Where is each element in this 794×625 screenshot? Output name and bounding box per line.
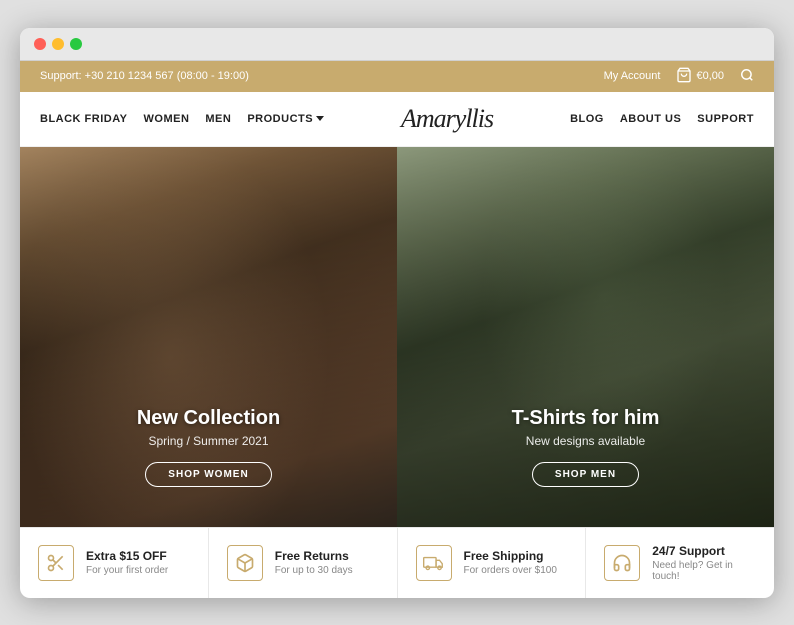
support-label: Support:	[40, 70, 82, 82]
feature-shipping-text: Free Shipping For orders over $100	[464, 549, 557, 576]
nav-left: BLACK FRIDAY WOMEN MEN PRODUCTS	[40, 113, 324, 125]
hero-left-title: New Collection	[20, 407, 397, 430]
nav-women[interactable]: WOMEN	[144, 113, 190, 125]
feature-returns-sub: For up to 30 days	[275, 565, 353, 576]
search-icon[interactable]	[740, 68, 754, 85]
shop-women-button[interactable]: SHOP WOMEN	[145, 462, 271, 487]
chevron-down-icon	[316, 116, 324, 121]
top-bar-right: My Account €0,00	[604, 67, 754, 86]
hero-right-subtitle: New designs available	[397, 434, 774, 448]
nav-products-label: PRODUCTS	[247, 113, 313, 125]
hero-left-panel: New Collection Spring / Summer 2021 SHOP…	[20, 147, 397, 527]
top-bar: Support: +30 210 1234 567 (08:00 - 19:00…	[20, 61, 774, 92]
feature-returns-text: Free Returns For up to 30 days	[275, 549, 353, 576]
cart-icon	[676, 67, 692, 86]
hero-right-content: T-Shirts for him New designs available S…	[397, 407, 774, 487]
feature-discount-title: Extra $15 OFF	[86, 549, 168, 563]
hero: New Collection Spring / Summer 2021 SHOP…	[20, 147, 774, 527]
main-nav: BLACK FRIDAY WOMEN MEN PRODUCTS Amarylli…	[20, 92, 774, 147]
close-button[interactable]	[34, 38, 46, 50]
hero-right-title: T-Shirts for him	[397, 407, 774, 430]
nav-right: BLOG ABOUT US SUPPORT	[570, 113, 754, 125]
feature-returns-title: Free Returns	[275, 549, 353, 563]
feature-shipping: Free Shipping For orders over $100	[398, 528, 587, 598]
feature-bar: Extra $15 OFF For your first order Free …	[20, 527, 774, 598]
nav-support[interactable]: SUPPORT	[697, 113, 754, 125]
nav-about-us[interactable]: ABOUT US	[620, 113, 681, 125]
truck-icon	[416, 545, 452, 581]
feature-shipping-sub: For orders over $100	[464, 565, 557, 576]
cart-wrapper[interactable]: €0,00	[676, 67, 724, 86]
nav-products[interactable]: PRODUCTS	[247, 113, 324, 125]
hero-left-content: New Collection Spring / Summer 2021 SHOP…	[20, 407, 397, 487]
feature-support-text: 24/7 Support Need help? Get in touch!	[652, 544, 756, 582]
feature-support-sub: Need help? Get in touch!	[652, 560, 756, 582]
feature-discount-text: Extra $15 OFF For your first order	[86, 549, 168, 576]
headset-icon	[604, 545, 640, 581]
feature-returns: Free Returns For up to 30 days	[209, 528, 398, 598]
my-account-link[interactable]: My Account	[604, 70, 661, 82]
feature-discount: Extra $15 OFF For your first order	[20, 528, 209, 598]
browser-window: Support: +30 210 1234 567 (08:00 - 19:00…	[20, 28, 774, 598]
shop-men-button[interactable]: SHOP MEN	[532, 462, 639, 487]
logo[interactable]: Amaryllis	[401, 104, 493, 134]
nav-black-friday[interactable]: BLACK FRIDAY	[40, 113, 128, 125]
support-info: Support: +30 210 1234 567 (08:00 - 19:00…	[40, 70, 249, 82]
nav-blog[interactable]: BLOG	[570, 113, 604, 125]
browser-chrome	[20, 28, 774, 61]
package-icon	[227, 545, 263, 581]
minimize-button[interactable]	[52, 38, 64, 50]
scissors-icon	[38, 545, 74, 581]
hero-left-subtitle: Spring / Summer 2021	[20, 434, 397, 448]
maximize-button[interactable]	[70, 38, 82, 50]
cart-amount: €0,00	[696, 70, 724, 82]
hero-right-panel: T-Shirts for him New designs available S…	[397, 147, 774, 527]
feature-discount-sub: For your first order	[86, 565, 168, 576]
feature-shipping-title: Free Shipping	[464, 549, 557, 563]
nav-men[interactable]: MEN	[205, 113, 231, 125]
feature-support: 24/7 Support Need help? Get in touch!	[586, 528, 774, 598]
feature-support-title: 24/7 Support	[652, 544, 756, 558]
support-phone: +30 210 1234 567 (08:00 - 19:00)	[85, 70, 249, 82]
